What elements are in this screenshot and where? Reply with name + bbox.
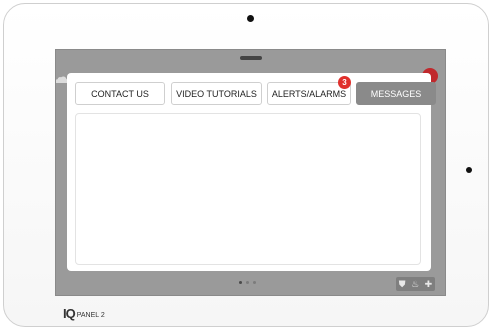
- screen: ☁ CONTACT US VIDEO TUTORIALS ALERTS/ALAR…: [55, 49, 446, 296]
- help-panel: CONTACT US VIDEO TUTORIALS ALERTS/ALARMS…: [67, 73, 436, 271]
- brand-model: PANEL 2: [76, 312, 105, 319]
- brand-mark: IQ: [63, 306, 76, 321]
- shield-icon: ⛊: [398, 278, 406, 289]
- tab-contact-us[interactable]: CONTACT US: [75, 82, 165, 105]
- tab-messages[interactable]: MESSAGES: [356, 82, 436, 105]
- tab-label: ALERTS/ALARMS: [271, 88, 347, 99]
- camera-lens: [247, 15, 254, 22]
- page-dot[interactable]: [246, 281, 249, 284]
- tab-label: MESSAGES: [370, 88, 422, 99]
- brand-logo: IQ PANEL 2: [63, 307, 105, 321]
- page-dot[interactable]: [253, 281, 256, 284]
- side-sensor: [466, 167, 472, 173]
- tab-bar: CONTACT US VIDEO TUTORIALS ALERTS/ALARMS…: [75, 76, 436, 105]
- alerts-count-badge: 3: [338, 76, 351, 89]
- page-indicator: [239, 281, 261, 285]
- tab-label: CONTACT US: [91, 88, 149, 99]
- page-dot-active[interactable]: [239, 281, 242, 284]
- tab-video-tutorials[interactable]: VIDEO TUTORIALS: [171, 82, 262, 105]
- medical-cross-icon: ✚: [424, 278, 433, 289]
- flame-icon: ♨: [411, 278, 420, 289]
- messages-content-area: [75, 113, 421, 265]
- drawer-handle[interactable]: [240, 56, 262, 60]
- status-icons-tray[interactable]: ⛊ ♨ ✚: [396, 277, 435, 291]
- tab-label: VIDEO TUTORIALS: [176, 88, 257, 99]
